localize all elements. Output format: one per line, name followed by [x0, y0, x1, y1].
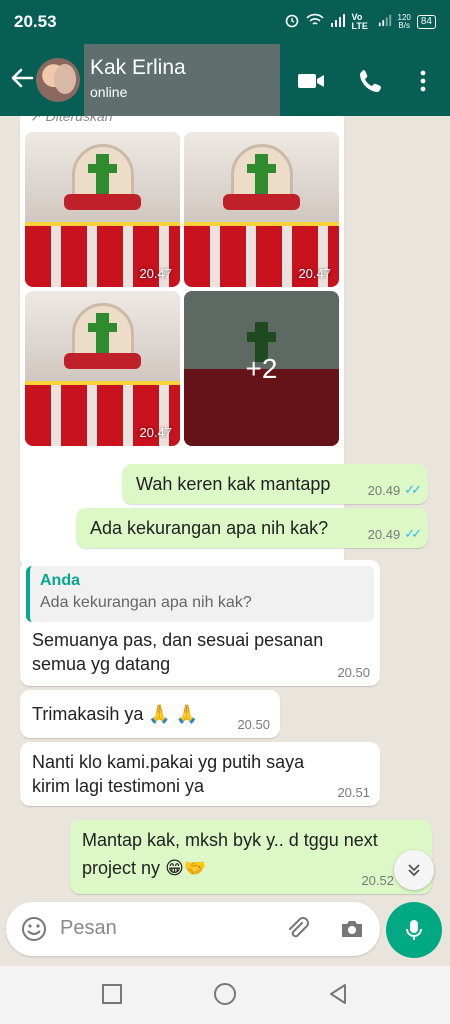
back-nav-icon[interactable]	[326, 982, 350, 1006]
photo-thumbnail[interactable]: 20.47	[25, 132, 180, 287]
message-text: Ada kekurangan apa nih kak?	[90, 518, 329, 538]
photo-time: 20.47	[139, 425, 172, 440]
back-arrow-icon[interactable]	[8, 64, 36, 92]
voice-message-button[interactable]	[386, 902, 442, 958]
forwarded-text: Diteruskan	[45, 116, 113, 124]
photo-thumbnail[interactable]: 20.47	[25, 291, 180, 446]
message-text: Trimakasih ya 🙏 🙏	[32, 702, 198, 726]
message-text-body: project ny	[82, 858, 161, 878]
message-time: 20.49	[367, 482, 401, 498]
voice-call-icon[interactable]	[356, 66, 386, 96]
status-time: 20.53	[14, 12, 57, 31]
system-nav-bar	[0, 966, 450, 1024]
more-photos-thumbnail[interactable]: +2	[184, 291, 339, 446]
network-label: Vo LTE	[351, 11, 368, 31]
message-text-line: Semuanya pas, dan sesuai pesanan	[32, 630, 324, 650]
home-icon[interactable]	[213, 982, 237, 1006]
signal-icon-2	[378, 13, 392, 30]
emoji-icon[interactable]	[20, 915, 48, 943]
message-time: 20.50	[337, 665, 370, 680]
contact-name: Kak Erlina	[90, 56, 186, 79]
paperclip-icon[interactable]	[284, 915, 312, 943]
incoming-message[interactable]: Trimakasih ya 🙏 🙏 20.50	[20, 690, 280, 738]
read-ticks-icon: ✓✓	[404, 482, 422, 497]
video-call-icon[interactable]	[296, 66, 326, 96]
photo-thumbnail[interactable]: 20.47	[184, 132, 339, 287]
chat-area[interactable]: ↗ Diteruskan 20.47 20.47 20.47 +2 Wah ke…	[0, 116, 450, 898]
message-text: Wah keren kak mantapp	[136, 474, 331, 494]
message-text-line: kirim lagi testimoni ya	[32, 776, 205, 796]
alarm-icon	[284, 12, 300, 31]
message-time: 20.49	[367, 526, 401, 542]
outgoing-message[interactable]: Ada kekurangan apa nih kak? 20.49 ✓✓	[76, 508, 428, 548]
battery-indicator: 84	[416, 14, 436, 29]
message-time: 20.50	[237, 717, 270, 732]
message-input[interactable]: Pesan	[60, 917, 117, 940]
message-text-line: project ny 😁🤝	[82, 856, 206, 880]
message-time: 20.52	[361, 873, 394, 888]
contact-status: online	[90, 84, 128, 100]
network-speed: 120 B/s	[398, 13, 411, 30]
signal-icon	[330, 13, 346, 30]
status-icons: Vo LTE 120 B/s 84	[284, 12, 436, 31]
photo-time: 20.47	[139, 266, 172, 281]
message-emoji: 😁🤝	[165, 858, 207, 878]
quote-text: Ada kekurangan apa nih kak?	[40, 594, 252, 611]
more-photos-count: +2	[245, 352, 278, 384]
chat-header: Kak Erlina online	[0, 44, 450, 116]
message-text-line: Nanti klo kami.pakai yg putih saya	[32, 752, 305, 772]
speed-unit: B/s	[398, 20, 410, 30]
message-text-line: Mantap kak, mksh byk y.. d tggu next	[82, 830, 378, 850]
scroll-to-bottom-button[interactable]	[394, 850, 434, 890]
double-chevron-down-icon	[408, 864, 420, 877]
forwarded-label: ↗ Diteruskan	[30, 116, 113, 125]
contact-info[interactable]: Kak Erlina online	[84, 44, 280, 116]
message-meta: 20.49 ✓✓	[367, 526, 422, 542]
outgoing-message[interactable]: Wah keren kak mantapp 20.49 ✓✓	[122, 464, 428, 504]
camera-icon[interactable]	[338, 915, 366, 943]
contact-avatar[interactable]	[36, 58, 80, 102]
status-bar: 20.53 Vo LTE 120 B/s 84	[0, 0, 450, 44]
incoming-message[interactable]: Nanti klo kami.pakai yg putih saya kirim…	[20, 742, 380, 806]
photo-time: 20.47	[298, 266, 331, 281]
microphone-icon	[406, 920, 422, 940]
read-ticks-icon: ✓✓	[404, 526, 422, 541]
message-time: 20.51	[337, 785, 370, 800]
recent-apps-icon[interactable]	[100, 982, 124, 1006]
more-options-icon[interactable]	[408, 66, 438, 96]
wifi-icon	[305, 13, 324, 30]
message-emoji: 🙏 🙏	[148, 704, 199, 724]
reply-quote[interactable]: Anda Ada kekurangan apa nih kak?	[26, 566, 374, 622]
message-text-line: semua yg datang	[32, 654, 171, 674]
incoming-message[interactable]: Anda Ada kekurangan apa nih kak? Semuany…	[20, 560, 380, 686]
outgoing-message[interactable]: Mantap kak, mksh byk y.. d tggu next pro…	[70, 820, 432, 894]
message-input-bar: Pesan	[6, 902, 380, 956]
message-meta: 20.49 ✓✓	[367, 482, 422, 498]
quote-author: Anda	[40, 572, 80, 589]
message-text-body: Trimakasih ya	[32, 704, 144, 724]
